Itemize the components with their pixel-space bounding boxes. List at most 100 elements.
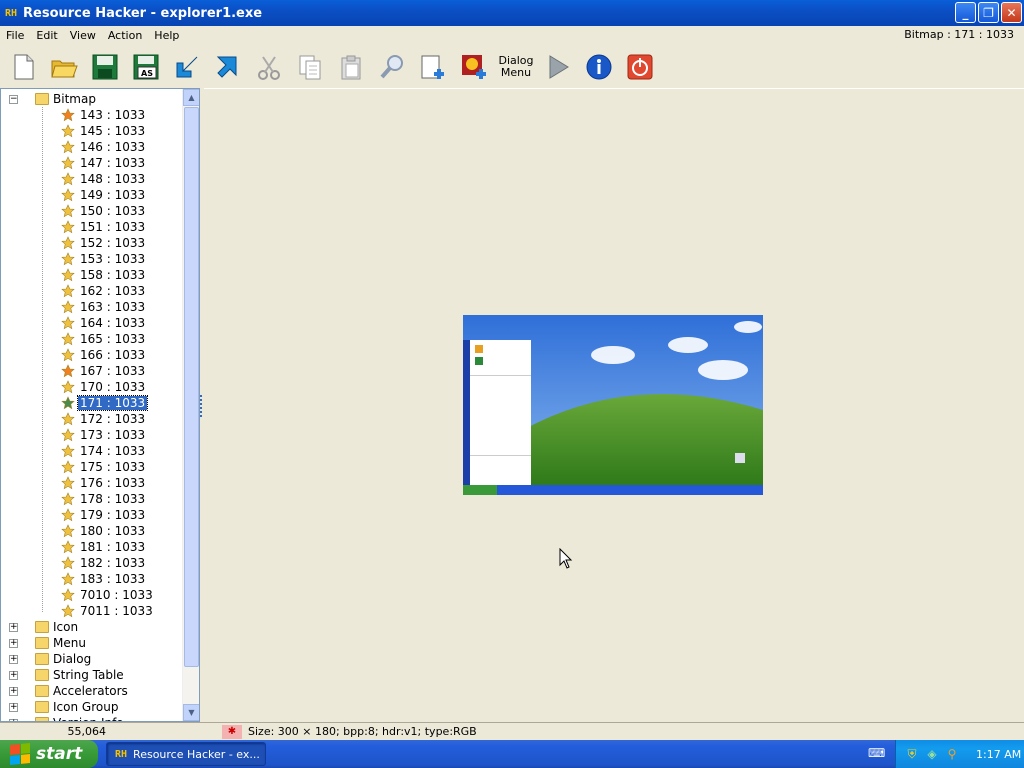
taskbar-button-resource-hacker[interactable]: RH Resource Hacker - ex... — [106, 742, 266, 766]
expand-toggle-icon[interactable]: + — [9, 702, 18, 712]
tree-item[interactable]: 150 : 1033 — [1, 203, 181, 219]
expand-toggle-icon[interactable]: + — [9, 654, 18, 664]
scroll-down-arrow-icon[interactable]: ▼ — [183, 704, 199, 721]
tree-item[interactable]: 147 : 1033 — [1, 155, 181, 171]
tree-item-label: 172 : 1033 — [80, 412, 146, 426]
tree-item[interactable]: 179 : 1033 — [1, 507, 181, 523]
bitmap-resource-icon — [61, 252, 75, 266]
expand-toggle-icon[interactable]: + — [9, 622, 18, 632]
scroll-thumb[interactable] — [184, 107, 199, 667]
tree-item[interactable]: 181 : 1033 — [1, 539, 181, 555]
tree-item-label: 146 : 1033 — [80, 140, 146, 154]
expand-toggle-icon[interactable]: + — [9, 638, 18, 648]
tree-item[interactable]: 143 : 1033 — [1, 107, 181, 123]
info-button[interactable] — [582, 50, 616, 84]
tree-item[interactable]: 145 : 1033 — [1, 123, 181, 139]
export-button[interactable] — [211, 50, 245, 84]
tree-item[interactable]: 146 : 1033 — [1, 139, 181, 155]
tree-folder[interactable]: +Version Info — [1, 715, 181, 721]
save-as-button[interactable]: AS — [129, 50, 163, 84]
tree-item[interactable]: 172 : 1033 — [1, 411, 181, 427]
tree-folder[interactable]: + Accelerators — [1, 683, 181, 699]
tree-item[interactable]: 166 : 1033 — [1, 347, 181, 363]
expand-toggle-icon[interactable]: + — [9, 670, 18, 680]
menu-file[interactable]: File — [0, 29, 30, 42]
close-button[interactable]: ✕ — [1001, 2, 1022, 23]
tree-item[interactable]: 163 : 1033 — [1, 299, 181, 315]
scroll-up-arrow-icon[interactable]: ▲ — [183, 89, 199, 106]
tree-item[interactable]: 176 : 1033 — [1, 475, 181, 491]
menu-view[interactable]: View — [64, 29, 102, 42]
tree-item[interactable]: 170 : 1033 — [1, 379, 181, 395]
tree-folder-bitmap[interactable]: − Bitmap — [1, 91, 181, 107]
toolbar: AS Dialog Menu — [0, 46, 1024, 88]
tree-item[interactable]: 7010 : 1033 — [1, 587, 181, 603]
minimize-button[interactable]: _ — [955, 2, 976, 23]
network-icon[interactable]: ◈ — [924, 746, 940, 762]
tree-folder[interactable]: + Icon Group — [1, 699, 181, 715]
folder-open-icon — [35, 93, 49, 105]
open-button[interactable] — [47, 50, 81, 84]
copy-button[interactable] — [293, 50, 327, 84]
restore-button[interactable]: ❐ — [978, 2, 999, 23]
tree-item-label: 152 : 1033 — [80, 236, 146, 250]
import-button[interactable] — [170, 50, 204, 84]
tree-item[interactable]: 164 : 1033 — [1, 315, 181, 331]
taskbar: start RH Resource Hacker - ex... ⌨ ⛨ ◈ ⚲… — [0, 740, 1024, 768]
expand-toggle-icon[interactable]: + — [9, 686, 18, 696]
bitmap-resource-icon — [61, 332, 75, 346]
exit-button[interactable] — [623, 50, 657, 84]
tree-folder[interactable]: + Dialog — [1, 651, 181, 667]
tree-folder[interactable]: + String Table — [1, 667, 181, 683]
menu-help[interactable]: Help — [148, 29, 185, 42]
resource-status: Bitmap : 171 : 1033 — [904, 28, 1014, 41]
dialog-menu-button[interactable]: Dialog Menu — [498, 50, 534, 84]
add-image-button[interactable] — [457, 50, 491, 84]
cut-button[interactable] — [252, 50, 286, 84]
tree-item[interactable]: 173 : 1033 — [1, 427, 181, 443]
find-button[interactable] — [375, 50, 409, 84]
new-button[interactable] — [6, 50, 40, 84]
tree-item-label: 163 : 1033 — [80, 300, 146, 314]
tree-item[interactable]: 175 : 1033 — [1, 459, 181, 475]
tree-scrollbar[interactable]: ▲ ▼ — [182, 89, 199, 721]
security-shield-icon[interactable]: ⛨ — [904, 746, 920, 762]
tree-item[interactable]: 171 : 1033 — [1, 395, 181, 411]
tree-item-label: 153 : 1033 — [80, 252, 146, 266]
menu-edit[interactable]: Edit — [30, 29, 63, 42]
tree-item[interactable]: 167 : 1033 — [1, 363, 181, 379]
menu-action[interactable]: Action — [102, 29, 148, 42]
tree-item[interactable]: 174 : 1033 — [1, 443, 181, 459]
tree-item[interactable]: 165 : 1033 — [1, 331, 181, 347]
tree-folder[interactable]: + Icon — [1, 619, 181, 635]
bitmap-resource-icon — [61, 156, 75, 170]
save-button[interactable] — [88, 50, 122, 84]
search-icon[interactable]: ⚲ — [944, 746, 960, 762]
add-resource-button[interactable] — [416, 50, 450, 84]
keyboard-icon[interactable]: ⌨ — [868, 746, 885, 760]
tree-item[interactable]: 7011 : 1033 — [1, 603, 181, 619]
tree-item-label: 179 : 1033 — [80, 508, 146, 522]
tree-item[interactable]: 178 : 1033 — [1, 491, 181, 507]
clock: 1:17 AM — [976, 747, 1022, 761]
tree-item[interactable]: 152 : 1033 — [1, 235, 181, 251]
tree-item[interactable]: 182 : 1033 — [1, 555, 181, 571]
exit-icon — [627, 54, 653, 80]
tree-item[interactable]: 162 : 1033 — [1, 283, 181, 299]
bitmap-resource-icon — [61, 492, 75, 506]
splitter-grip[interactable] — [200, 395, 203, 417]
collapse-toggle-icon[interactable]: − — [9, 94, 18, 104]
start-button[interactable]: start — [0, 740, 98, 768]
open-folder-icon — [51, 60, 78, 78]
tree-item[interactable]: 180 : 1033 — [1, 523, 181, 539]
tree-item[interactable]: 148 : 1033 — [1, 171, 181, 187]
run-button[interactable] — [541, 50, 575, 84]
tree-folder[interactable]: + Menu — [1, 635, 181, 651]
tree-item[interactable]: 151 : 1033 — [1, 219, 181, 235]
tree-item[interactable]: 158 : 1033 — [1, 267, 181, 283]
resource-tree[interactable]: − Bitmap 143 : 1033 145 : 1033 146 : 1033 147… — [0, 88, 200, 722]
tree-item[interactable]: 153 : 1033 — [1, 251, 181, 267]
tree-item[interactable]: 183 : 1033 — [1, 571, 181, 587]
paste-button[interactable] — [334, 50, 368, 84]
tree-item[interactable]: 149 : 1033 — [1, 187, 181, 203]
